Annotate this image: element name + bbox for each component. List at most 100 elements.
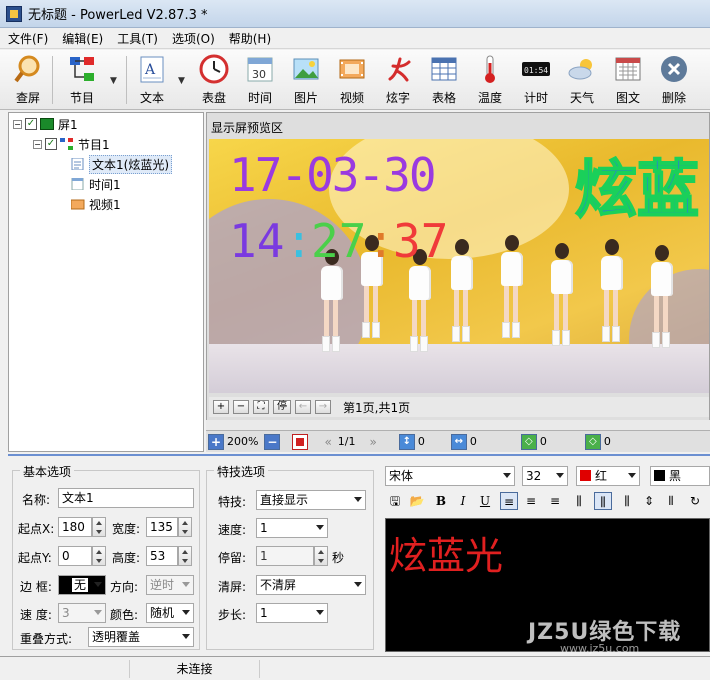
last-page-icon[interactable]: » xyxy=(370,435,377,449)
prev-page-button[interactable]: ← xyxy=(295,400,311,414)
tree-item-text[interactable]: 文本1(炫蓝光) xyxy=(71,154,172,174)
valign-top-icon[interactable]: ⫼ xyxy=(570,492,588,510)
stay-unit: 秒 xyxy=(332,551,345,565)
menu-tools[interactable]: 工具(T) xyxy=(117,30,158,47)
zoom-minus-button[interactable]: − xyxy=(264,433,281,450)
menu-options[interactable]: 选项(O) xyxy=(172,30,215,47)
status-bar: 未连接 xyxy=(0,656,710,680)
next-page-button[interactable]: → xyxy=(315,400,331,414)
effect-speed-select[interactable]: 1 xyxy=(256,518,328,538)
width-spinner[interactable] xyxy=(178,517,192,537)
italic-button[interactable]: I xyxy=(454,492,472,510)
menu-file[interactable]: 文件(F) xyxy=(8,30,48,47)
program-button[interactable]: 节目 xyxy=(62,52,102,108)
align-center-icon[interactable]: ≡ xyxy=(522,492,540,510)
clear-select[interactable]: 不清屏 xyxy=(256,575,366,595)
checkbox-screen[interactable]: ✓ xyxy=(25,118,37,130)
rotate-icon[interactable]: ↻ xyxy=(686,492,704,510)
horizontal-move-icon[interactable]: ↔ xyxy=(450,433,467,450)
zoom-plus-button[interactable]: + xyxy=(208,433,224,450)
page-counter: 1/1 xyxy=(337,435,356,448)
valign-bottom-icon[interactable]: ⫼ xyxy=(618,492,636,510)
x-spinner[interactable] xyxy=(92,517,106,537)
tree-item-program[interactable]: − ✓ 节目1 xyxy=(33,135,110,153)
bold-button[interactable]: B xyxy=(432,492,450,510)
align-right-icon[interactable]: ≡ xyxy=(546,492,564,510)
delete-button[interactable]: 删除 xyxy=(656,52,692,108)
timer-button[interactable]: 01:54 计时 xyxy=(518,52,554,108)
width-offset: 0 xyxy=(603,435,611,448)
width-adjust-icon[interactable]: ◇ xyxy=(584,433,601,450)
video-button[interactable]: 视频 xyxy=(334,52,370,108)
width-input[interactable]: 135 xyxy=(146,517,178,537)
imagetext-button[interactable]: 图文 xyxy=(610,52,646,108)
menu-help[interactable]: 帮助(H) xyxy=(229,30,271,47)
name-label: 名称: xyxy=(22,493,51,507)
y-spinner[interactable] xyxy=(92,546,106,566)
direction-select[interactable]: 逆时 xyxy=(146,575,194,595)
save-icon[interactable]: 🖫 xyxy=(386,492,404,510)
stay-spinner[interactable] xyxy=(314,546,328,566)
picture-button[interactable]: 图片 xyxy=(288,52,324,108)
height-input[interactable]: 53 xyxy=(146,546,178,566)
valign-middle-icon[interactable]: ⫼ xyxy=(594,492,612,510)
table-icon xyxy=(429,54,459,84)
check-screen-button[interactable]: 查屏 xyxy=(10,52,46,108)
first-page-icon[interactable]: « xyxy=(324,435,331,449)
height-adjust-icon[interactable]: ◇ xyxy=(520,433,537,450)
text-button[interactable]: A 文本 xyxy=(134,52,170,108)
step-select[interactable]: 1 xyxy=(256,603,328,623)
height-spinner[interactable] xyxy=(178,546,192,566)
text-dropdown-icon[interactable]: ▼ xyxy=(178,76,185,86)
led-screen-preview[interactable]: 17-03-30 14 : 27 : 37 炫蓝 xyxy=(209,139,709,393)
border-label: 边 框: xyxy=(20,580,52,594)
delete-icon xyxy=(659,54,689,84)
zoom-out-button[interactable]: − xyxy=(233,400,249,414)
weather-label: 天气 xyxy=(569,91,594,105)
tree-item-screen[interactable]: − ✓ 屏1 xyxy=(13,115,78,133)
preview-scrollbar[interactable] xyxy=(206,420,710,430)
height-label: 高度: xyxy=(112,551,141,565)
y-input[interactable]: 0 xyxy=(58,546,92,566)
align-left-icon[interactable]: ≡ xyxy=(500,492,518,510)
fancy-text-button[interactable]: 炫字 xyxy=(380,52,416,108)
tree-item-video[interactable]: 视频1 xyxy=(70,195,121,213)
open-folder-icon[interactable]: 📂 xyxy=(408,492,426,510)
zoom-in-button[interactable]: + xyxy=(213,400,229,414)
stop-play-button[interactable] xyxy=(292,433,309,450)
color-select[interactable]: 随机 xyxy=(146,603,194,623)
font-size-select[interactable]: 32 xyxy=(522,466,568,486)
program-dropdown-icon[interactable]: ▼ xyxy=(110,76,117,86)
collapse-icon[interactable]: − xyxy=(33,139,42,149)
basic-speed-select[interactable]: 3 xyxy=(58,603,106,623)
table-button[interactable]: 表格 xyxy=(426,52,462,108)
menu-edit[interactable]: 编辑(E) xyxy=(62,30,103,47)
border-select[interactable]: 无 xyxy=(58,575,106,595)
weather-button[interactable]: 天气 xyxy=(564,52,600,108)
clock-button[interactable]: 表盘 xyxy=(196,52,232,108)
time-button[interactable]: 30 时间 xyxy=(242,52,278,108)
stop-button[interactable]: 停 xyxy=(273,400,291,414)
underline-button[interactable]: U xyxy=(476,492,494,510)
stay-input[interactable]: 1 xyxy=(256,546,314,566)
fit-screen-button[interactable]: ⛶ xyxy=(253,400,269,414)
stay-label: 停留: xyxy=(218,551,247,565)
checkbox-program[interactable]: ✓ xyxy=(45,138,57,150)
timer-icon: 01:54 xyxy=(521,54,551,84)
x-label: 起点X: xyxy=(18,522,55,536)
font-family-select[interactable]: 宋体 xyxy=(385,466,515,486)
bg-color-select[interactable]: 黑 xyxy=(650,466,710,486)
char-spacing-icon[interactable]: ⦀ xyxy=(662,492,680,510)
overlay-select[interactable]: 透明覆盖 xyxy=(88,627,194,647)
x-input[interactable]: 180 xyxy=(58,517,92,537)
collapse-icon[interactable]: − xyxy=(13,119,22,129)
vertical-move-icon[interactable]: ↕ xyxy=(398,433,415,450)
text-color-select[interactable]: 红 xyxy=(576,466,640,486)
preview-date: 17-03-30 xyxy=(229,148,435,202)
effect-select[interactable]: 直接显示 xyxy=(256,490,366,510)
temperature-button[interactable]: 温度 xyxy=(472,52,508,108)
connection-status: 未连接 xyxy=(130,659,260,678)
name-input[interactable]: 文本1 xyxy=(58,488,194,508)
tree-item-time[interactable]: 时间1 xyxy=(71,175,121,193)
spacing-icon[interactable]: ⇕ xyxy=(640,492,658,510)
